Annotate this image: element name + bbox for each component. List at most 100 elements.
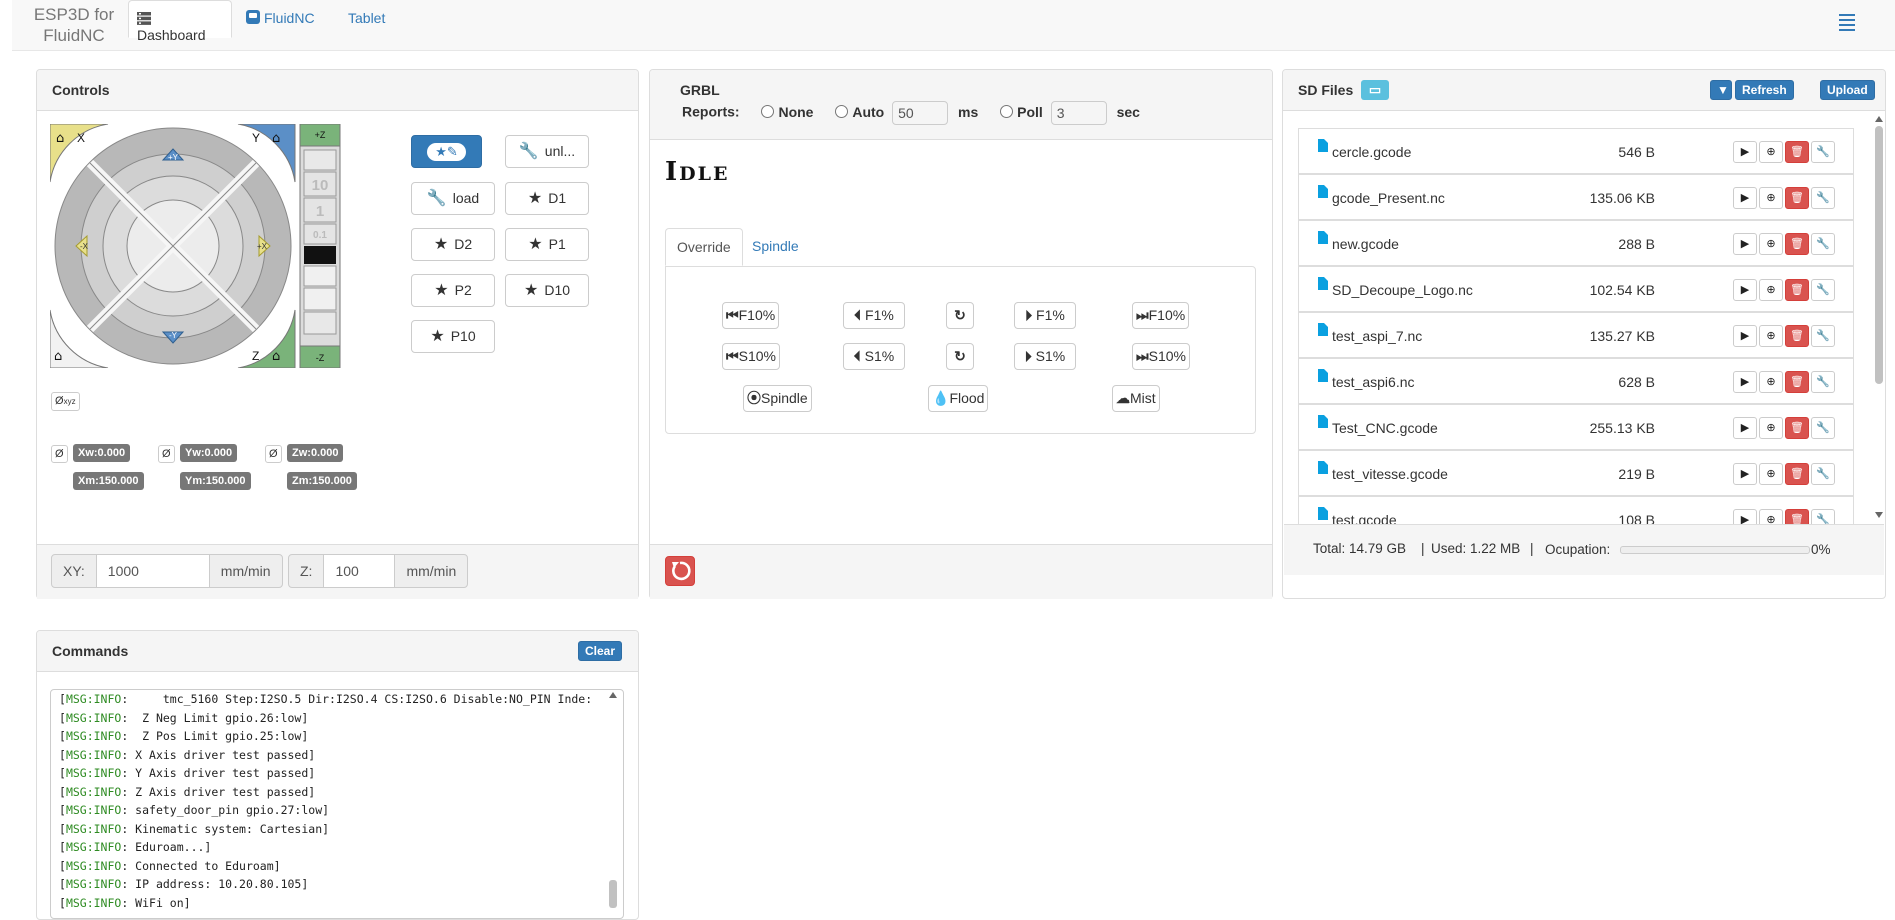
clear-button[interactable]: Clear bbox=[577, 641, 622, 661]
speed-plus-1-button[interactable]: ⏵ S1% bbox=[1014, 343, 1076, 370]
file-row[interactable]: test_vitesse.gcode 219 B ▶ ⊕ 🗑 🔧 bbox=[1298, 450, 1854, 496]
filter-icon[interactable]: ▼ bbox=[1710, 80, 1732, 100]
file-row[interactable]: test_aspi_7.nc 135.27 KB ▶ ⊕ 🗑 🔧 bbox=[1298, 312, 1854, 358]
command-console[interactable]: [MSG:INFO: tmc_5160 Step:I2SO.5 Dir:I2SO… bbox=[50, 689, 624, 919]
trash-icon[interactable]: 🗑 bbox=[1785, 417, 1809, 439]
macro-p2-button[interactable]: ★ P2 bbox=[411, 274, 495, 307]
zero-all-button[interactable]: Øxyz bbox=[51, 392, 80, 411]
speed-minus-1-button[interactable]: ⏴ S1% bbox=[843, 343, 905, 370]
upload-button[interactable]: Upload bbox=[1820, 80, 1875, 100]
macro-icon[interactable]: ⊕ bbox=[1759, 325, 1783, 347]
tab-override[interactable]: Override bbox=[665, 228, 743, 266]
jog-minus-z[interactable]: -Z bbox=[316, 353, 325, 363]
file-name[interactable]: test_aspi_7.nc bbox=[1332, 328, 1422, 344]
feed-z-input[interactable]: 100 bbox=[324, 554, 395, 588]
radio-none[interactable] bbox=[761, 104, 775, 118]
file-name[interactable]: cercle.gcode bbox=[1332, 144, 1411, 160]
macro-icon[interactable]: ⊕ bbox=[1759, 187, 1783, 209]
file-row[interactable]: test.gcode 108 B ▶ ⊕ 🗑 🔧 bbox=[1298, 496, 1854, 524]
wrench-icon[interactable]: 🔧 bbox=[1811, 279, 1835, 301]
wrench-icon[interactable]: 🔧 bbox=[1811, 371, 1835, 393]
macro-icon[interactable]: ⊕ bbox=[1759, 463, 1783, 485]
feed-plus-1-button[interactable]: ⏵ F1% bbox=[1014, 302, 1076, 329]
speed-reset-button[interactable]: ↻ bbox=[946, 343, 974, 370]
feed-plus-10-button[interactable]: ⏭F10% bbox=[1132, 302, 1190, 329]
file-name[interactable]: Test_CNC.gcode bbox=[1332, 420, 1438, 436]
console-scrollbar[interactable] bbox=[606, 690, 620, 910]
tab-dashboard[interactable]: Dashboard bbox=[128, 0, 232, 43]
macro-load-button[interactable]: 🔧 load bbox=[411, 182, 495, 215]
file-name[interactable]: test.gcode bbox=[1332, 512, 1397, 524]
play-icon[interactable]: ▶ bbox=[1733, 187, 1757, 209]
wrench-icon[interactable]: 🔧 bbox=[1811, 187, 1835, 209]
play-icon[interactable]: ▶ bbox=[1733, 233, 1757, 255]
macro-icon[interactable]: ⊕ bbox=[1759, 509, 1783, 524]
trash-icon[interactable]: 🗑 bbox=[1785, 233, 1809, 255]
tab-fluidnc[interactable]: FluidNC bbox=[238, 0, 323, 38]
tab-spindle[interactable]: Spindle bbox=[741, 228, 810, 266]
wrench-icon[interactable]: 🔧 bbox=[1811, 463, 1835, 485]
wrench-icon[interactable]: 🔧 bbox=[1811, 233, 1835, 255]
radio-auto[interactable] bbox=[835, 104, 849, 118]
wrench-icon[interactable]: 🔧 bbox=[1811, 509, 1835, 524]
wrench-icon[interactable]: 🔧 bbox=[1811, 141, 1835, 163]
radio-poll[interactable] bbox=[1000, 104, 1014, 118]
speed-minus-10-button[interactable]: ⏮S10% bbox=[722, 343, 780, 370]
macro-unlock-button[interactable]: 🔧 unl... bbox=[505, 135, 589, 168]
file-row[interactable]: new.gcode 288 B ▶ ⊕ 🗑 🔧 bbox=[1298, 220, 1854, 266]
trash-icon[interactable]: 🗑 bbox=[1785, 325, 1809, 347]
macro-icon[interactable]: ⊕ bbox=[1759, 279, 1783, 301]
file-name[interactable]: new.gcode bbox=[1332, 236, 1399, 252]
feed-reset-button[interactable]: ↻ bbox=[946, 302, 974, 329]
file-row[interactable]: SD_Decoupe_Logo.nc 102.54 KB ▶ ⊕ 🗑 🔧 bbox=[1298, 266, 1854, 312]
sd-scrollbar[interactable] bbox=[1872, 116, 1886, 524]
wrench-icon[interactable]: 🔧 bbox=[1811, 417, 1835, 439]
macro-icon[interactable]: ⊕ bbox=[1759, 233, 1783, 255]
trash-icon[interactable]: 🗑 bbox=[1785, 187, 1809, 209]
feed-xy-input[interactable]: 1000 bbox=[96, 554, 209, 588]
trash-icon[interactable]: 🗑 bbox=[1785, 141, 1809, 163]
auto-interval-input[interactable]: 50 bbox=[892, 101, 949, 125]
play-icon[interactable]: ▶ bbox=[1733, 509, 1757, 524]
macro-p1-button[interactable]: ★ P1 bbox=[505, 228, 589, 261]
macro-edit-button[interactable]: ★✎ bbox=[411, 135, 482, 168]
trash-icon[interactable]: 🗑 bbox=[1785, 509, 1809, 524]
play-icon[interactable]: ▶ bbox=[1733, 325, 1757, 347]
play-icon[interactable]: ▶ bbox=[1733, 417, 1757, 439]
mist-toggle-button[interactable]: ☁Mist bbox=[1112, 385, 1160, 412]
speed-plus-10-button[interactable]: ⏭S10% bbox=[1132, 343, 1190, 370]
macro-d1-button[interactable]: ★ D1 bbox=[505, 182, 589, 215]
wrench-icon[interactable]: 🔧 bbox=[1811, 325, 1835, 347]
file-row[interactable]: test_aspi6.nc 628 B ▶ ⊕ 🗑 🔧 bbox=[1298, 358, 1854, 404]
refresh-button[interactable]: Refresh bbox=[1735, 80, 1794, 100]
file-name[interactable]: gcode_Present.nc bbox=[1332, 190, 1445, 206]
poll-interval-input[interactable]: 3 bbox=[1050, 101, 1107, 125]
macro-d2-button[interactable]: ★ D2 bbox=[411, 228, 495, 261]
play-icon[interactable]: ▶ bbox=[1733, 371, 1757, 393]
zero-z-button[interactable]: Ø bbox=[265, 445, 282, 463]
trash-icon[interactable]: 🗑 bbox=[1785, 279, 1809, 301]
flood-toggle-button[interactable]: 💧Flood bbox=[928, 385, 989, 412]
feed-minus-1-button[interactable]: ⏴ F1% bbox=[843, 302, 905, 329]
play-icon[interactable]: ▶ bbox=[1733, 141, 1757, 163]
file-name[interactable]: test_vitesse.gcode bbox=[1332, 466, 1448, 482]
brand-title[interactable]: ESP3D for FluidNC bbox=[24, 4, 124, 46]
report-poll-option[interactable]: Poll bbox=[1000, 104, 1043, 120]
macro-d10-button[interactable]: ★ D10 bbox=[505, 274, 589, 307]
report-auto-option[interactable]: Auto bbox=[835, 104, 884, 120]
feed-minus-10-button[interactable]: ⏮F10% bbox=[722, 302, 780, 329]
zero-y-button[interactable]: Ø bbox=[158, 445, 175, 463]
macro-icon[interactable]: ⊕ bbox=[1759, 417, 1783, 439]
hamburger-menu-icon[interactable] bbox=[1839, 14, 1855, 31]
trash-icon[interactable]: 🗑 bbox=[1785, 371, 1809, 393]
trash-icon[interactable]: 🗑 bbox=[1785, 463, 1809, 485]
spindle-toggle-button[interactable]: ⦿Spindle bbox=[743, 385, 812, 412]
file-row[interactable]: Test_CNC.gcode 255.13 KB ▶ ⊕ 🗑 🔧 bbox=[1298, 404, 1854, 450]
macro-icon[interactable]: ⊕ bbox=[1759, 141, 1783, 163]
jog-plus-z[interactable]: +Z bbox=[315, 130, 326, 140]
zero-x-button[interactable]: Ø bbox=[51, 445, 68, 463]
play-icon[interactable]: ▶ bbox=[1733, 463, 1757, 485]
file-name[interactable]: test_aspi6.nc bbox=[1332, 374, 1415, 390]
play-icon[interactable]: ▶ bbox=[1733, 279, 1757, 301]
report-none-option[interactable]: None bbox=[761, 104, 813, 120]
